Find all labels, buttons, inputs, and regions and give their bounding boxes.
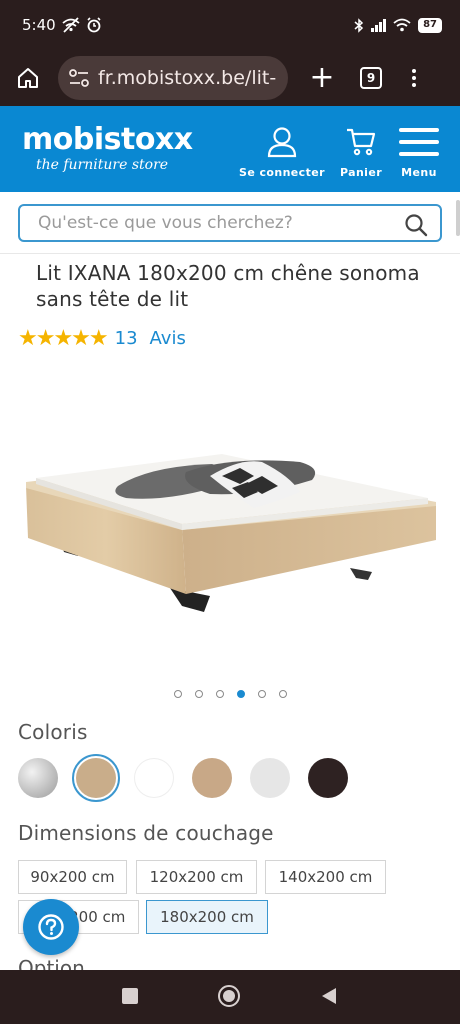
review-count[interactable]: 13 [115,328,138,349]
page-scrollbar[interactable] [456,200,460,236]
color-swatch-white[interactable] [134,758,174,798]
colors-label: Coloris [18,720,88,744]
address-bar[interactable]: fr.mobistoxx.be/lit- [58,56,288,100]
tab-switcher-button[interactable]: 9 [360,67,382,89]
status-bar: 5:40 87 [0,0,460,50]
clock: 5:40 [22,16,56,34]
search-bar [0,192,460,254]
review-label[interactable]: Avis [150,328,186,349]
menu-button[interactable]: Menu [398,124,440,179]
back-icon[interactable] [320,987,338,1005]
product-image[interactable] [0,380,460,680]
dimension-option[interactable]: 140x200 cm [265,860,386,894]
dimensions-label: Dimensions de couchage [18,821,274,845]
color-swatch-dark-brown[interactable] [308,758,348,798]
color-swatch-silver[interactable] [18,758,58,798]
login-label: Se connecter [239,166,325,179]
dimension-option-selected[interactable]: 180x200 cm [146,900,268,934]
recents-icon[interactable] [121,987,139,1005]
browser-toolbar: fr.mobistoxx.be/lit- + 9 [0,50,460,106]
new-tab-button[interactable]: + [306,63,338,93]
cart-label: Panier [339,166,383,179]
alarm-icon [87,17,101,33]
color-swatch-light-oak[interactable] [192,758,232,798]
help-icon [38,914,64,940]
search-box[interactable] [18,204,442,242]
search-icon[interactable] [404,213,428,237]
site-settings-icon[interactable] [68,68,90,88]
browser-menu-button[interactable] [412,69,416,87]
bed-image [26,454,436,612]
logo-text: mobistoxx [22,122,193,157]
carousel-dot[interactable] [173,690,182,698]
color-swatch-oak-sonoma[interactable] [72,754,120,802]
product-title: Lit IXANA 180x200 cm chêne sonoma sans t… [36,261,420,311]
carousel-dot[interactable] [278,690,287,698]
login-button[interactable]: Se connecter [238,124,326,179]
cart-button[interactable]: Panier [336,124,386,179]
system-nav-bar [0,970,460,1024]
url-text: fr.mobistoxx.be/lit- [98,67,277,89]
image-carousel-dots [0,690,460,698]
site-header: mobistoxx the furniture store Se connect… [0,106,460,192]
search-input[interactable] [38,213,398,233]
carousel-dot[interactable] [194,690,203,698]
carousel-dot-active[interactable] [236,690,245,698]
cart-icon [347,128,376,156]
battery-indicator: 87 [418,17,442,33]
option-label: Option [18,956,85,970]
dimension-option[interactable]: 120x200 cm [136,860,257,894]
home-icon [18,68,38,88]
wifi-icon [393,18,411,32]
signal-icon [371,18,387,32]
wifi-off-icon [62,17,80,33]
carousel-dot[interactable] [215,690,224,698]
rating-stars: ★★★★★ [18,326,109,351]
logo[interactable]: mobistoxx the furniture store [22,122,193,174]
menu-label: Menu [401,166,437,179]
home-button[interactable] [10,60,46,96]
hamburger-icon [399,128,439,156]
carousel-dot[interactable] [257,690,266,698]
user-icon [267,127,297,158]
color-swatch-white-grey[interactable] [250,758,290,798]
home-nav-icon[interactable] [217,984,241,1008]
dimension-option[interactable]: 90x200 cm [18,860,127,894]
color-swatches [18,754,348,802]
bluetooth-icon [354,17,364,33]
help-button[interactable] [23,899,79,955]
product-rating[interactable]: ★★★★★ 13 Avis [18,326,186,351]
logo-tagline: the furniture store [36,157,169,173]
